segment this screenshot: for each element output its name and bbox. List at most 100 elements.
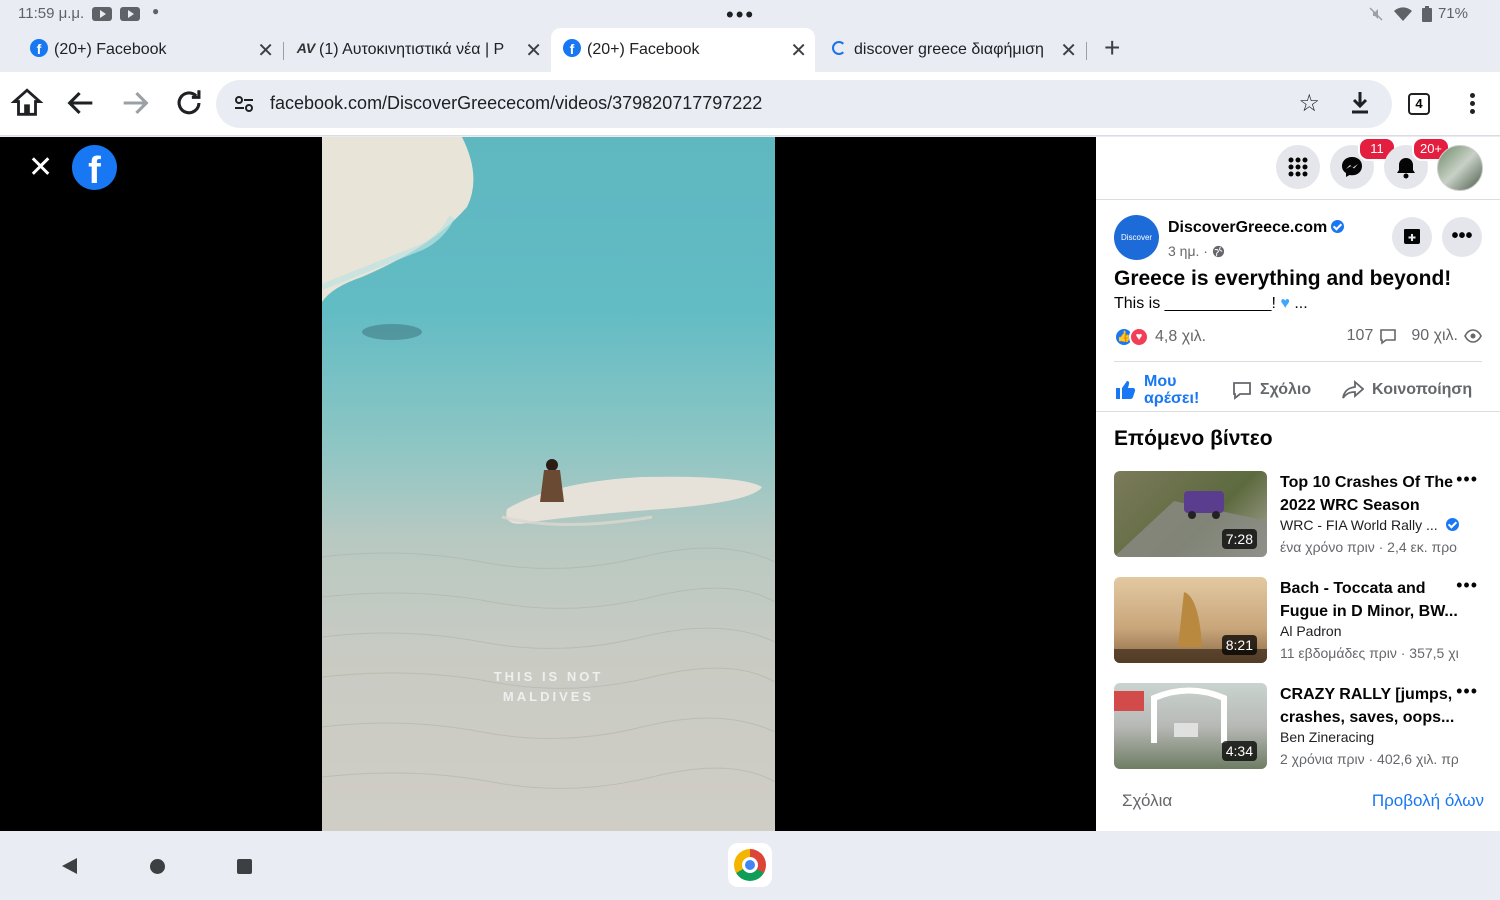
like-label: Μου αρέσει! — [1144, 373, 1200, 407]
bookmark-star-icon[interactable]: ☆ — [1298, 89, 1320, 118]
nav-recents-icon[interactable] — [237, 859, 252, 874]
new-tab-icon[interactable]: + — [1104, 32, 1120, 64]
window-menu-icon[interactable]: ••• — [726, 2, 755, 28]
tab-facebook-active[interactable]: f (20+) Facebook ✕ — [551, 28, 815, 72]
see-all-link[interactable]: Προβολή όλων — [1372, 791, 1484, 811]
video-thumbnail[interactable]: 4:34 — [1114, 683, 1267, 769]
post-body[interactable]: This is ____________! ♥ ... — [1114, 295, 1308, 313]
video-channel[interactable]: Al Padron — [1280, 623, 1341, 639]
close-icon[interactable]: ✕ — [1060, 38, 1077, 63]
youtube-icon — [120, 7, 140, 21]
url-text[interactable]: facebook.com/DiscoverGreececom/videos/37… — [270, 93, 762, 114]
battery-icon — [1421, 5, 1432, 22]
video-channel[interactable]: Ben Zineracing — [1280, 729, 1374, 745]
video-player[interactable]: THIS IS NOT MALDIVES — [322, 137, 775, 831]
next-video-item[interactable]: 8:21 Bach - Toccata and Fugue in D Minor… — [1114, 575, 1484, 665]
video-title[interactable]: Top 10 Crashes Of The 2022 WRC Season — [1280, 471, 1462, 517]
next-video-item[interactable]: 4:34 CRAZY RALLY [jumps, crashes, saves,… — [1114, 681, 1484, 771]
save-box-icon — [1404, 229, 1420, 244]
page-name-text[interactable]: DiscoverGreece.com — [1168, 219, 1327, 236]
notification-dot-icon: ● — [152, 4, 160, 18]
tab-title: (20+) Facebook — [54, 41, 167, 58]
divider — [1114, 361, 1482, 362]
post-side-panel: 11 20+ Discover Greece DiscoverGreece.co… — [1096, 137, 1500, 831]
video-viewer: ✕ f THIS IS NOT MALDIVES — [0, 137, 1096, 831]
close-icon[interactable]: ✕ — [525, 38, 542, 63]
video-meta: 2 χρόνια πριν · 402,6 χιλ. προβολές — [1280, 751, 1458, 767]
browser-toolbar: facebook.com/DiscoverGreececom/videos/37… — [0, 72, 1500, 136]
facebook-icon: f — [30, 39, 48, 57]
video-thumbnail[interactable]: 8:21 — [1114, 577, 1267, 663]
comments-section-label[interactable]: Σχόλια — [1122, 791, 1172, 811]
system-status-bar: 11:59 μ.μ. ● ••• 71% — [0, 0, 1500, 28]
video-thumbnail[interactable]: 7:28 — [1114, 471, 1267, 557]
video-duration: 7:28 — [1221, 529, 1257, 549]
eye-icon — [1464, 329, 1482, 343]
love-reaction-icon: ♥ — [1129, 327, 1149, 347]
blue-heart-icon: ♥ — [1280, 295, 1290, 312]
chrome-app-button[interactable] — [728, 843, 772, 887]
ellipsis-icon[interactable]: ••• — [1456, 575, 1478, 596]
engagement-stats[interactable]: 107 90 χιλ. — [1347, 327, 1482, 345]
comment-button[interactable]: Σχόλιο — [1232, 370, 1311, 410]
tab-title: discover greece διαφήμιση — [854, 41, 1044, 58]
back-arrow-icon[interactable] — [64, 86, 98, 120]
video-title[interactable]: Bach - Toccata and Fugue in D Minor, BW.… — [1280, 577, 1462, 623]
reactions-summary[interactable]: 👍 ♥ 4,8 χιλ. — [1114, 327, 1206, 347]
clock: 11:59 μ.μ. — [18, 5, 85, 22]
menu-grid-button[interactable] — [1276, 145, 1320, 189]
thumbs-up-icon — [1116, 381, 1136, 399]
mute-icon — [1369, 6, 1383, 21]
avatar[interactable] — [1437, 145, 1483, 191]
tab-search[interactable]: discover greece διαφήμιση ✕ — [800, 28, 1085, 72]
divider — [1096, 411, 1500, 412]
ellipsis-icon[interactable]: ••• — [1456, 681, 1478, 702]
more-options-icon[interactable] — [1462, 90, 1482, 120]
tab-facebook-1[interactable]: f (20+) Facebook ✕ — [0, 28, 282, 72]
video-meta: 11 εβδομάδες πριν · 357,5 χιλ. — [1280, 645, 1458, 661]
address-bar[interactable]: facebook.com/DiscoverGreececom/videos/37… — [216, 80, 1392, 128]
see-more-link[interactable]: ... — [1294, 295, 1307, 312]
reactions-count: 4,8 χιλ. — [1155, 328, 1207, 345]
post-more-button[interactable]: ••• — [1442, 217, 1482, 257]
nav-home-icon[interactable] — [150, 859, 165, 874]
channel-name[interactable]: Al Padron — [1280, 623, 1341, 639]
video-title[interactable]: CRAZY RALLY [jumps, crashes, saves, oops… — [1280, 683, 1462, 729]
ellipsis-icon[interactable]: ••• — [1456, 469, 1478, 490]
post-time-text: 3 ημ. · — [1168, 243, 1208, 259]
video-channel[interactable]: WRC - FIA World Rally ... — [1280, 517, 1459, 533]
verified-badge-icon — [1445, 518, 1459, 531]
like-button[interactable]: Μου αρέσει! — [1114, 370, 1214, 410]
save-post-button[interactable] — [1392, 217, 1432, 257]
tab-av[interactable]: AV (1) Αυτοκινητιστικά νέα | P ✕ — [265, 28, 550, 72]
facebook-logo-icon[interactable]: f — [72, 145, 117, 192]
tab-title: (1) Αυτοκινητιστικά νέα | P — [319, 41, 505, 58]
next-video-item[interactable]: 7:28 Top 10 Crashes Of The 2022 WRC Seas… — [1114, 469, 1484, 559]
site-settings-icon[interactable] — [232, 92, 256, 116]
channel-name[interactable]: WRC - FIA World Rally ... — [1280, 517, 1438, 533]
battery-percent: 71% — [1437, 5, 1468, 22]
comment-bubble-icon — [1380, 329, 1397, 345]
youtube-icon — [92, 7, 112, 21]
channel-name[interactable]: Ben Zineracing — [1280, 729, 1374, 745]
home-icon[interactable] — [10, 86, 44, 120]
page-avatar[interactable]: Discover Greece — [1114, 215, 1159, 287]
globe-icon — [1212, 245, 1224, 258]
facebook-icon: f — [563, 39, 581, 57]
download-icon[interactable] — [1348, 90, 1372, 116]
post-timestamp[interactable]: 3 ημ. · — [1168, 243, 1225, 259]
video-duration: 8:21 — [1221, 635, 1257, 655]
close-video-icon[interactable]: ✕ — [28, 153, 53, 183]
beach-scene — [322, 137, 775, 789]
ellipsis-icon: ••• — [1451, 225, 1473, 247]
reload-icon[interactable] — [172, 86, 206, 120]
share-button[interactable]: Κοινοποίηση — [1342, 370, 1472, 410]
nav-back-icon[interactable] — [62, 858, 77, 874]
grid-icon — [1288, 157, 1308, 177]
comments-count[interactable]: 107 — [1347, 327, 1374, 345]
forward-arrow-icon[interactable] — [118, 86, 152, 120]
post-body-text: This is ____________! — [1114, 295, 1276, 312]
page-name[interactable]: DiscoverGreece.com — [1168, 219, 1345, 237]
wifi-icon — [1393, 6, 1412, 21]
tab-switcher-button[interactable]: 4 — [1408, 93, 1430, 115]
